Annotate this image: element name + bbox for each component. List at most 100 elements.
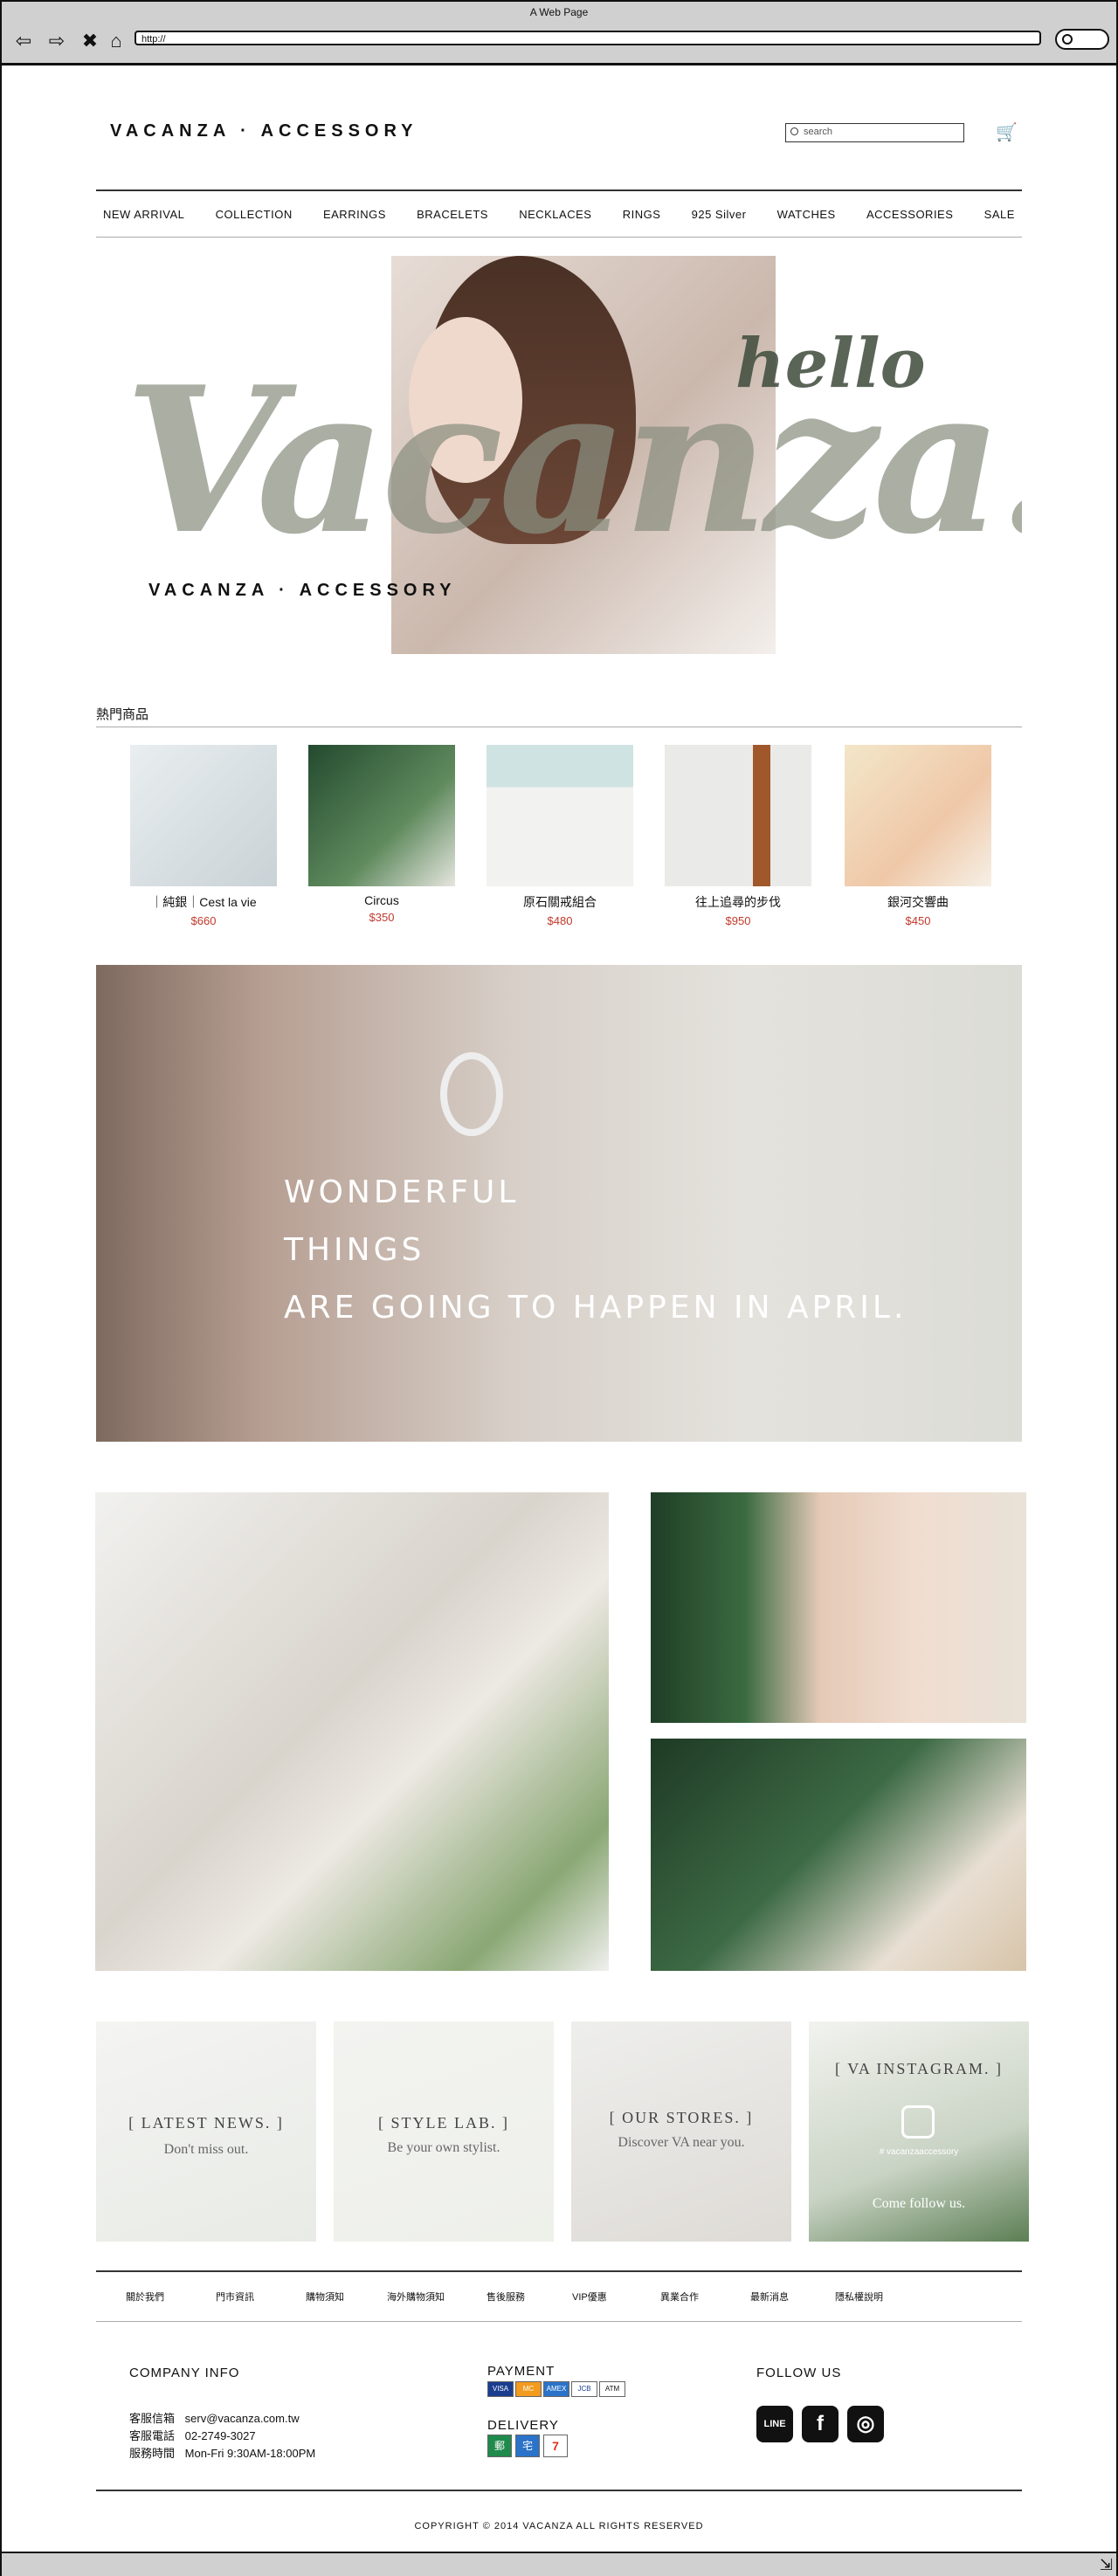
instagram-handle: # vacanzaaccessory xyxy=(879,2147,959,2157)
lookbook-photo-large[interactable] xyxy=(95,1492,609,1971)
follow-us-heading: FOLLOW US xyxy=(756,2366,842,2380)
payment-heading: PAYMENT xyxy=(487,2364,556,2379)
banner-line-2: THINGS xyxy=(284,1232,425,1268)
jcb-icon: JCB xyxy=(571,2381,597,2397)
instagram-icon[interactable]: ◎ xyxy=(847,2406,884,2442)
delivery-heading: DELIVERY xyxy=(487,2418,559,2433)
footer-link-aftersales[interactable]: 售後服務 xyxy=(487,2290,525,2304)
footer-link-vip[interactable]: VIP優惠 xyxy=(572,2290,607,2304)
card-va-instagram[interactable]: [ VA INSTAGRAM. ] # vacanzaaccessory Com… xyxy=(809,2022,1029,2242)
product-name[interactable]: 原石關戒組合 xyxy=(487,893,633,911)
footer-link-about[interactable]: 關於我們 xyxy=(126,2290,164,2304)
footer-links: 關於我們 門市資訊 購物須知 海外購物須知 售後服務 VIP優惠 異業合作 最新… xyxy=(96,2270,1022,2322)
footer-link-privacy[interactable]: 隱私權說明 xyxy=(835,2290,883,2304)
hours-value: Mon-Fri 9:30AM-18:00PM xyxy=(184,2447,316,2460)
nav-earrings[interactable]: EARRINGS xyxy=(323,208,386,221)
home-delivery-icon: 宅 xyxy=(515,2435,540,2457)
company-info-heading: COMPANY INFO xyxy=(129,2366,240,2380)
card-subtitle: Don't miss out. xyxy=(163,2142,249,2157)
card-our-stores[interactable]: [ OUR STORES. ] Discover VA near you. xyxy=(571,2022,791,2242)
phone-label: 客服電話 xyxy=(129,2429,176,2442)
promo-banner[interactable]: WONDERFUL THINGS ARE GOING TO HAPPEN IN … xyxy=(96,965,1022,1442)
footer-link-shopping[interactable]: 購物須知 xyxy=(306,2290,344,2304)
copyright-text: COPYRIGHT © 2014 VACANZA ALL RIGHTS RESE… xyxy=(414,2521,704,2531)
browser-toolbar: ⇦ ⇨ ✖ ⌂ http:// xyxy=(2,23,1116,65)
card-title: [ VA INSTAGRAM. ] xyxy=(835,2060,1003,2077)
search-input[interactable]: search xyxy=(785,123,964,142)
nav-rings[interactable]: RINGS xyxy=(623,208,661,221)
product-card[interactable]: 往上追尋的步伐 $950 xyxy=(665,745,811,927)
nav-925-silver[interactable]: 925 Silver xyxy=(692,208,747,221)
company-email-row: 客服信箱 serv@vacanza.com.tw xyxy=(129,2409,300,2426)
atm-icon: ATM xyxy=(599,2381,625,2397)
product-card[interactable]: 銀河交響曲 $450 xyxy=(845,745,991,927)
banner-line-1: WONDERFUL xyxy=(284,1174,520,1210)
nav-necklaces[interactable]: NECKLACES xyxy=(519,208,591,221)
product-name[interactable]: 往上追尋的步伐 xyxy=(665,893,811,911)
seven-eleven-icon: 7 xyxy=(543,2435,568,2457)
amex-icon: AMEX xyxy=(543,2381,569,2397)
company-hours-row: 服務時間 Mon-Fri 9:30AM-18:00PM xyxy=(129,2444,315,2461)
window-status-bar: ⇲ xyxy=(2,2552,1116,2576)
product-image[interactable] xyxy=(130,745,277,886)
nav-new-arrival[interactable]: NEW ARRIVAL xyxy=(103,208,184,221)
product-image[interactable] xyxy=(487,745,633,886)
lookbook-photo-top-right[interactable] xyxy=(651,1492,1026,1723)
search-placeholder: search xyxy=(804,127,833,137)
product-price: $660 xyxy=(190,914,217,927)
footer-divider xyxy=(96,2490,1022,2491)
card-latest-news[interactable]: [ LATEST NEWS. ] Don't miss out. xyxy=(96,2022,316,2242)
nav-collection[interactable]: COLLECTION xyxy=(216,208,293,221)
resize-handle-icon[interactable]: ⇲ xyxy=(1100,2556,1113,2574)
back-arrow-icon[interactable]: ⇦ xyxy=(12,30,35,52)
banner-line-3: ARE GOING TO HAPPEN IN APRIL. xyxy=(284,1290,908,1326)
footer-link-stores[interactable]: 門市資訊 xyxy=(216,2290,254,2304)
footer-link-news[interactable]: 最新消息 xyxy=(750,2290,789,2304)
product-card[interactable]: 原石關戒組合 $480 xyxy=(487,745,633,927)
magnifier-icon xyxy=(1062,34,1073,45)
card-title: [ OUR STORES. ] xyxy=(609,2109,754,2126)
home-icon[interactable]: ⌂ xyxy=(105,30,128,52)
hero-subtitle: VACANZA · ACCESSORY xyxy=(148,581,457,600)
instagram-icon xyxy=(901,2105,935,2139)
nav-accessories[interactable]: ACCESSORIES xyxy=(866,208,953,221)
product-price: $480 xyxy=(547,914,573,927)
nav-sale[interactable]: SALE xyxy=(984,208,1015,221)
phone-value: 02-2749-3027 xyxy=(184,2429,256,2442)
hero-banner[interactable]: Vacanza! hello VACANZA · ACCESSORY xyxy=(124,256,1022,654)
lookbook-photo-bottom-right[interactable] xyxy=(651,1739,1026,1971)
product-card[interactable]: ｜純銀｜Cest la vie $660 xyxy=(130,745,277,927)
nav-watches[interactable]: WATCHES xyxy=(777,208,836,221)
url-bar[interactable]: http:// xyxy=(135,31,1041,45)
line-icon[interactable]: LINE xyxy=(756,2406,793,2442)
email-value[interactable]: serv@vacanza.com.tw xyxy=(185,2412,300,2425)
footer-link-partner[interactable]: 異業合作 xyxy=(660,2290,699,2304)
nav-bracelets[interactable]: BRACELETS xyxy=(417,208,488,221)
product-name[interactable]: ｜純銀｜Cest la vie xyxy=(130,893,277,911)
hero-hello-text: hello xyxy=(735,324,926,403)
card-style-lab[interactable]: [ STYLE LAB. ] Be your own stylist. xyxy=(334,2022,554,2242)
post-office-icon: 郵 xyxy=(487,2435,512,2457)
product-name[interactable]: Circus xyxy=(308,893,455,907)
card-subtitle: Come follow us. xyxy=(872,2196,966,2211)
product-name[interactable]: 銀河交響曲 xyxy=(845,893,991,911)
product-image[interactable] xyxy=(308,745,455,886)
cart-icon[interactable]: 🛒 xyxy=(996,121,1018,143)
close-icon[interactable]: ✖ xyxy=(79,30,101,52)
hours-label: 服務時間 xyxy=(129,2447,176,2460)
forward-arrow-icon[interactable]: ⇨ xyxy=(45,30,68,52)
footer-link-overseas[interactable]: 海外購物須知 xyxy=(387,2290,445,2304)
visa-icon: VISA xyxy=(487,2381,514,2397)
email-label: 客服信箱 xyxy=(129,2412,176,2425)
product-image[interactable] xyxy=(665,745,811,886)
site-logo[interactable]: VACANZA · ACCESSORY xyxy=(110,121,418,141)
product-image[interactable] xyxy=(845,745,991,886)
card-subtitle: Be your own stylist. xyxy=(387,2140,500,2155)
web-page: VACANZA · ACCESSORY search 🛒 NEW ARRIVAL… xyxy=(5,65,1113,2551)
facebook-icon[interactable]: f xyxy=(802,2406,838,2442)
browser-window: A Web Page ⇦ ⇨ ✖ ⌂ http:// VACANZA · ACC… xyxy=(0,0,1118,2576)
product-card[interactable]: Circus $350 xyxy=(308,745,455,924)
section-title-hot: 熱門商品 xyxy=(96,705,1022,727)
card-title: [ STYLE LAB. ] xyxy=(378,2114,509,2132)
browser-search-button[interactable] xyxy=(1055,29,1109,50)
